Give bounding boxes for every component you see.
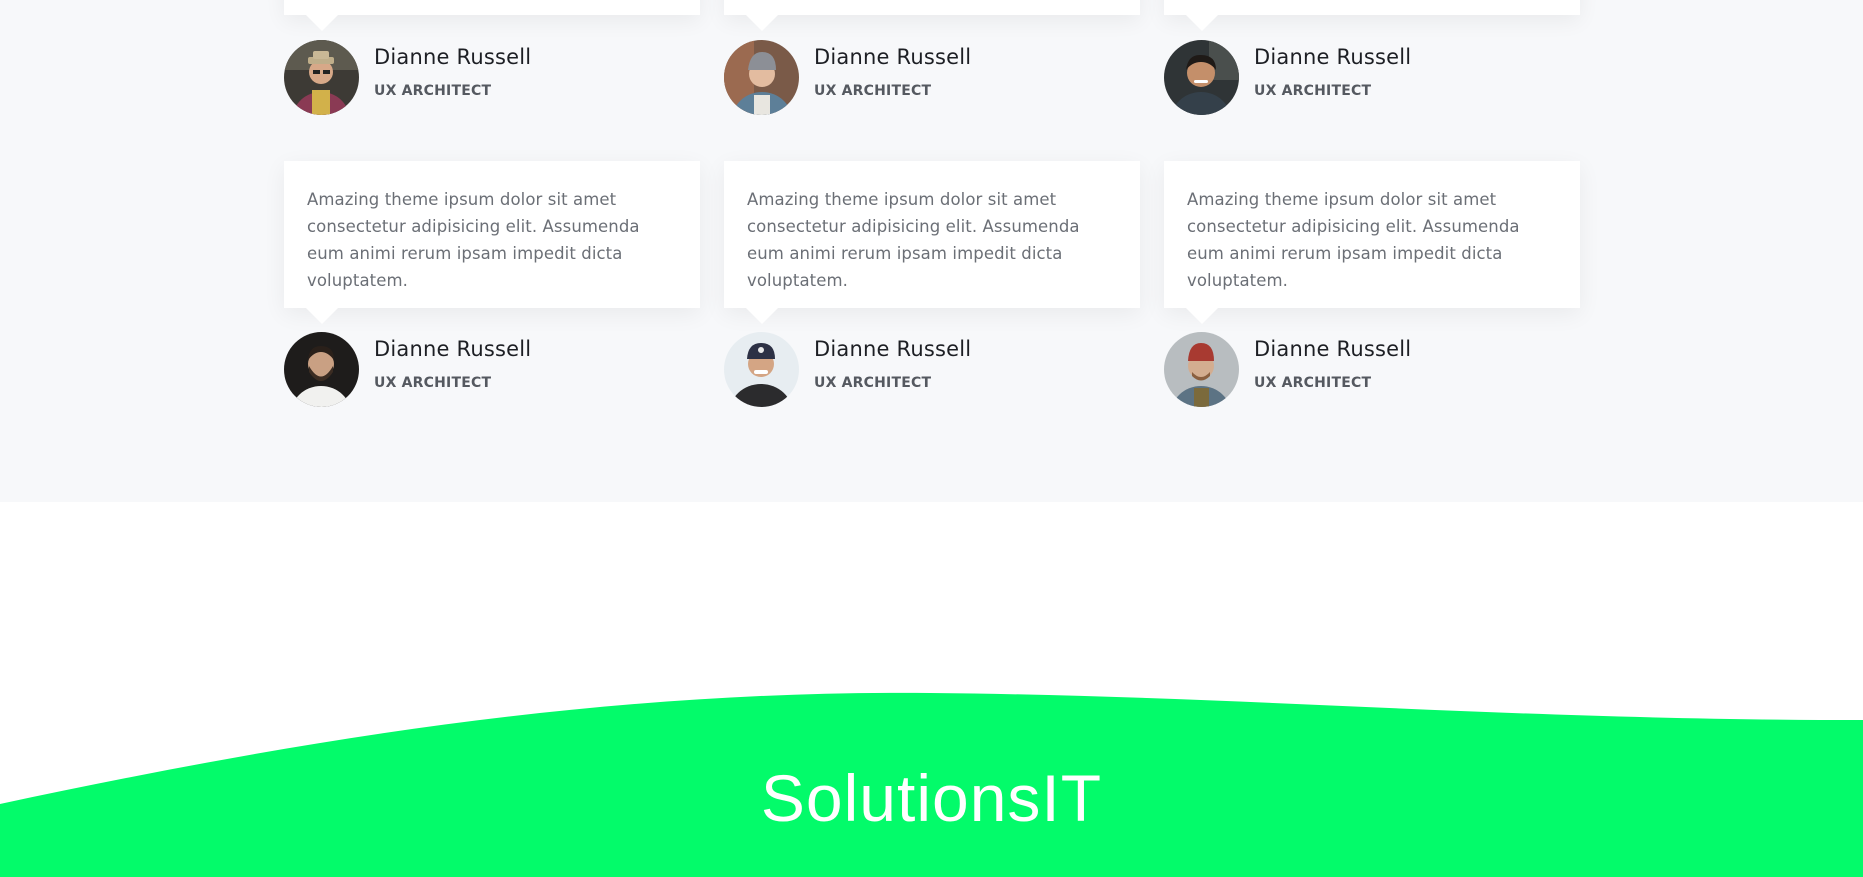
author-name: Dianne Russell <box>814 337 972 361</box>
testimonial-author: Dianne Russell UX ARCHITECT <box>1164 332 1580 408</box>
avatar-man-smiling-jacket-icon <box>1164 40 1239 115</box>
avatar-man-red-beanie-icon <box>1164 332 1239 407</box>
testimonial-card <box>284 0 700 31</box>
author-name: Dianne Russell <box>1254 45 1412 69</box>
avatar-man-cap-smiling-icon <box>724 332 799 407</box>
testimonial-quote: Amazing theme ipsum dolor sit amet conse… <box>1187 190 1520 290</box>
testimonial-card: Amazing theme ipsum dolor sit amet conse… <box>724 161 1140 324</box>
footer-brand-logo[interactable]: SolutionsIT <box>0 760 1863 836</box>
author-name: Dianne Russell <box>374 337 532 361</box>
testimonial-author: Dianne Russell UX ARCHITECT <box>1164 40 1580 116</box>
testimonial-quote: Amazing theme ipsum dolor sit amet conse… <box>747 190 1080 290</box>
testimonial-card: Amazing theme ipsum dolor sit amet conse… <box>1164 161 1580 324</box>
author-role: UX ARCHITECT <box>814 375 932 391</box>
testimonials-section: Dianne Russell UX ARCHITECT Dianne Russe… <box>0 0 1863 502</box>
avatar-man-beard-white-shirt-icon <box>284 332 359 407</box>
author-role: UX ARCHITECT <box>374 83 492 99</box>
author-name: Dianne Russell <box>374 45 532 69</box>
avatar-man-hat-scarf-icon <box>284 40 359 115</box>
testimonial-card: Amazing theme ipsum dolor sit amet conse… <box>284 161 700 324</box>
author-name: Dianne Russell <box>1254 337 1412 361</box>
testimonial-author: Dianne Russell UX ARCHITECT <box>284 40 700 116</box>
author-role: UX ARCHITECT <box>374 375 492 391</box>
testimonial-author: Dianne Russell UX ARCHITECT <box>724 332 1140 408</box>
avatar-man-beanie-icon <box>724 40 799 115</box>
author-role: UX ARCHITECT <box>814 83 932 99</box>
testimonial-card <box>724 0 1140 31</box>
author-role: UX ARCHITECT <box>1254 83 1372 99</box>
author-role: UX ARCHITECT <box>1254 375 1372 391</box>
testimonial-author: Dianne Russell UX ARCHITECT <box>724 40 1140 116</box>
testimonial-card <box>1164 0 1580 31</box>
testimonial-author: Dianne Russell UX ARCHITECT <box>284 332 700 408</box>
testimonial-quote: Amazing theme ipsum dolor sit amet conse… <box>307 190 640 290</box>
author-name: Dianne Russell <box>814 45 972 69</box>
